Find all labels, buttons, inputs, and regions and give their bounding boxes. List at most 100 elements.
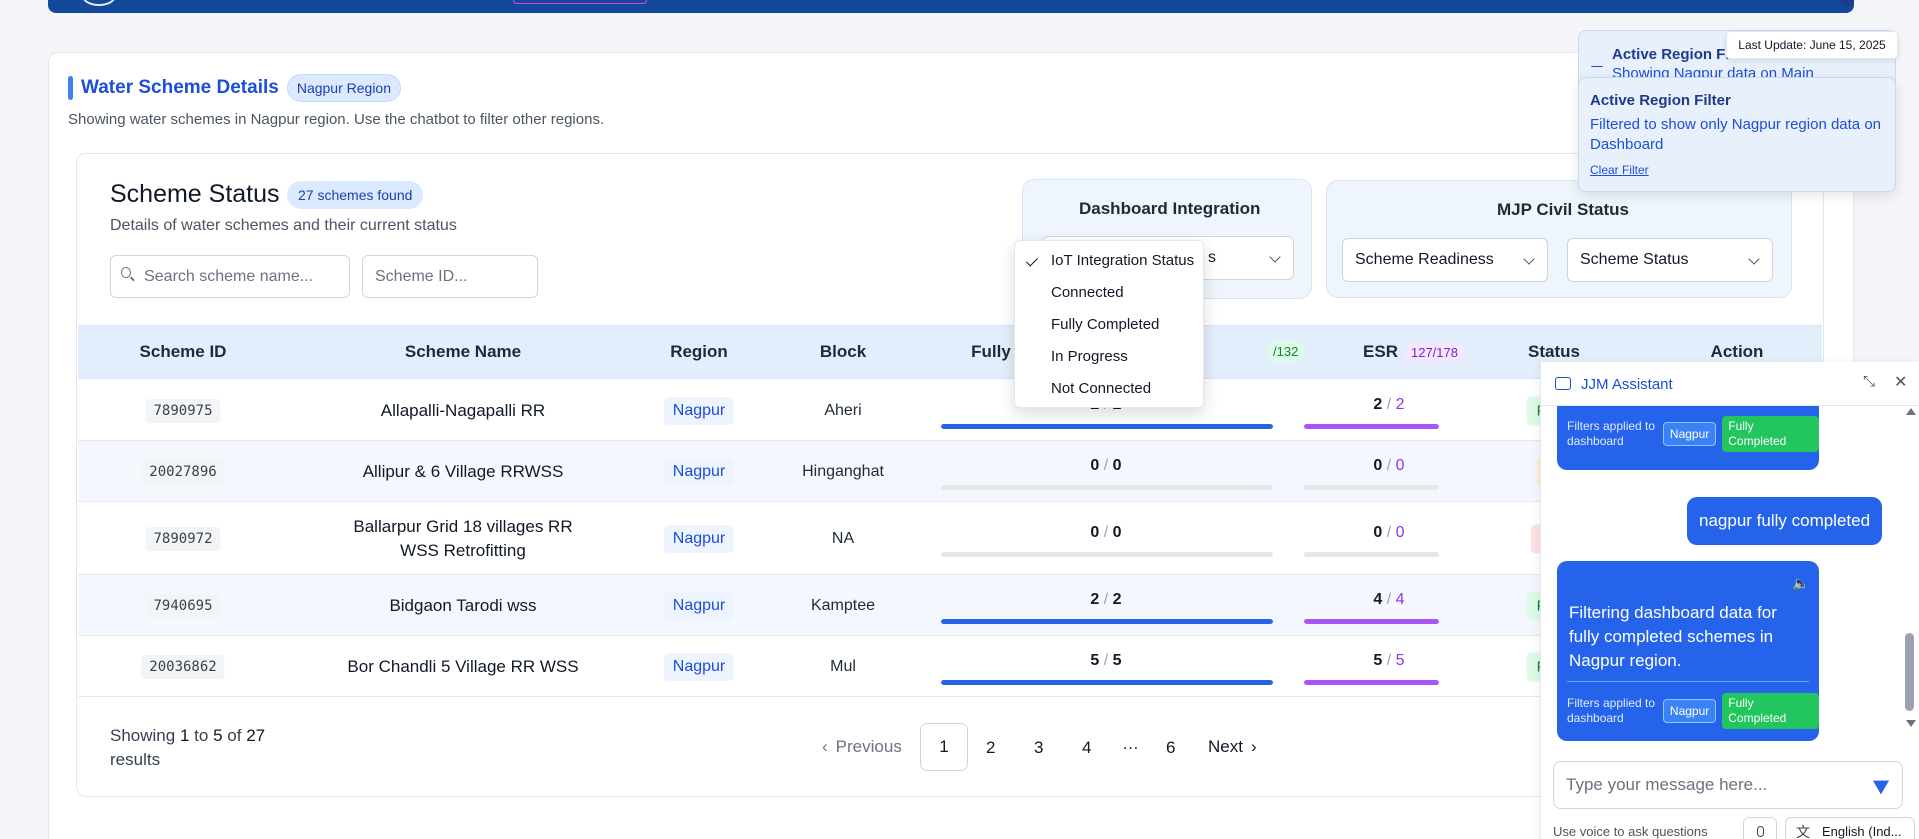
fully-ratio: 0 / 0 (1090, 457, 1121, 475)
esr-progress-bar (1304, 618, 1439, 624)
section-header: Water Scheme Details Nagpur Region (68, 74, 401, 102)
chevron-left-icon: ‹ (822, 737, 828, 756)
region-badge: Nagpur Region (286, 74, 401, 102)
bot-message-previous: Filters applied to dashboard Nagpur Full… (1557, 406, 1819, 470)
fully-completed-count: 2 (1090, 590, 1100, 608)
chip-status: Fully Completed (1722, 693, 1819, 729)
fully-progress-fill (941, 618, 1273, 624)
esr-completed-count: 4 (1373, 590, 1383, 608)
filters-applied-row: Filters applied to dashboard Nagpur Full… (1567, 693, 1819, 729)
dropdown-option-connected[interactable]: Connected (1051, 284, 1124, 301)
fully-progress-fill (941, 679, 1273, 685)
fully-completed-count: 0 (1090, 523, 1100, 541)
region-tag: Nagpur (663, 396, 735, 425)
col-scheme-name[interactable]: Scheme Name (405, 342, 521, 362)
search-scheme-input[interactable] (144, 267, 349, 286)
esr-completed-count: 2 (1373, 395, 1383, 413)
col-esr[interactable]: ESR 127/178 (1363, 342, 1465, 363)
language-select[interactable]: 文 English (Ind... (1785, 817, 1915, 839)
col-block[interactable]: Block (820, 342, 866, 362)
fully-total-count: 0 (1112, 456, 1122, 474)
ratio-separator: / (1103, 523, 1109, 541)
scheme-readiness-select[interactable]: Scheme Readiness (1342, 238, 1548, 282)
summary-total: 27 (246, 726, 266, 745)
chip-region: Nagpur (1662, 699, 1717, 723)
col-fully[interactable]: Fully (971, 342, 1011, 362)
fully-progress-bar (941, 551, 1273, 557)
esr-progress-fill (1304, 423, 1439, 429)
esr-ratio: 0 / 0 (1373, 524, 1404, 542)
toast-text: Filtered to show only Nagpur region data… (1590, 116, 1882, 153)
region-tag: Nagpur (663, 591, 735, 620)
divider (1567, 681, 1809, 682)
ratio-separator: / (1386, 523, 1392, 541)
fully-total-count: 0 (1112, 523, 1122, 541)
close-icon[interactable]: ✕ (1894, 372, 1907, 392)
esr-total-count: 0 (1395, 523, 1405, 541)
esr-progress-fill (1304, 618, 1439, 624)
scroll-down-icon[interactable] (1906, 720, 1916, 727)
scroll-up-icon[interactable] (1906, 408, 1916, 415)
scheme-id: 7890975 (145, 398, 221, 423)
col-scheme-id[interactable]: Scheme ID (140, 342, 227, 362)
chat-scrollbar[interactable] (1903, 408, 1917, 730)
page-button[interactable]: 4 (1082, 738, 1091, 758)
scheme-name: Bor Chandli 5 Village RR WSS (347, 656, 579, 676)
ratio-separator: / (1386, 590, 1392, 608)
page-button-current[interactable]: 1 (920, 723, 968, 771)
col-status[interactable]: Status (1528, 342, 1580, 362)
clear-filter-link[interactable]: Clear Filter (1590, 163, 1649, 177)
page-button[interactable]: 2 (986, 738, 995, 758)
previous-page-button[interactable]: ‹ Previous (822, 723, 902, 771)
chip-region: Nagpur (1662, 422, 1717, 446)
scheme-status-select[interactable]: Scheme Status (1567, 238, 1773, 282)
filters-label: Filters applied to dashboard (1567, 419, 1656, 448)
chat-title: JJM Assistant (1581, 376, 1673, 393)
nav-pill[interactable] (513, 0, 647, 4)
page-button[interactable]: 6 (1166, 738, 1175, 758)
region-tag: Nagpur (663, 652, 735, 681)
profile-avatar[interactable] (1840, 0, 1854, 6)
ratio-separator: / (1386, 395, 1392, 413)
esr-progress-fill (1304, 679, 1439, 685)
microphone-icon (1756, 825, 1764, 837)
esr-ratio: 5 / 5 (1373, 652, 1404, 670)
dropdown-option-not-connected[interactable]: Not Connected (1051, 380, 1151, 397)
chat-bubble-icon (1555, 377, 1571, 390)
previous-label: Previous (835, 737, 902, 756)
page-button[interactable]: 3 (1034, 738, 1043, 758)
speaker-icon[interactable]: 🔈 (1792, 575, 1809, 592)
col-region[interactable]: Region (670, 342, 728, 362)
esr-progress-bar (1304, 423, 1439, 429)
next-page-button[interactable]: Next › (1208, 723, 1257, 771)
last-update-tooltip: Last Update: June 15, 2025 (1726, 31, 1898, 59)
summary-from: 1 (179, 726, 190, 745)
search-scheme-box (110, 255, 350, 298)
dropdown-option-iot[interactable]: IoT Integration Status (1051, 252, 1194, 269)
summary-showing: Showing (110, 726, 176, 745)
ratio-separator: / (1386, 456, 1392, 474)
filters-applied-row: Filters applied to dashboard Nagpur Full… (1567, 416, 1819, 452)
page-ellipsis: … (1122, 734, 1139, 753)
summary-results: results (110, 750, 161, 769)
scroll-thumb[interactable] (1905, 633, 1914, 711)
scheme-name: Ballarpur Grid 18 villages RR WSS Retrof… (353, 516, 573, 560)
bot-message: 🔈 Filtering dashboard data for fully com… (1557, 561, 1819, 741)
fully-progress-bar (941, 484, 1273, 490)
ratio-separator: / (1103, 590, 1109, 608)
col-action: Action (1710, 342, 1764, 361)
microphone-button[interactable] (1743, 817, 1777, 839)
mjp-civil-panel: MJP Civil Status Scheme Readiness Scheme… (1326, 180, 1792, 298)
fully-progress-bar (941, 679, 1273, 685)
summary-of-word: of (227, 726, 242, 745)
section-subtitle: Showing water schemes in Nagpur region. … (68, 111, 605, 128)
send-icon[interactable] (1872, 773, 1894, 795)
dropdown-option-fully-completed[interactable]: Fully Completed (1051, 316, 1159, 333)
esr-total-count: 4 (1395, 590, 1405, 608)
scheme-readiness-value: Scheme Readiness (1355, 251, 1494, 268)
minimize-icon[interactable]: ⤡ (1863, 373, 1875, 390)
dropdown-option-in-progress[interactable]: In Progress (1051, 348, 1128, 365)
chat-message-input[interactable] (1566, 775, 1846, 795)
scheme-id-input[interactable] (375, 267, 537, 286)
scheme-status-title: Scheme Status (110, 180, 280, 208)
